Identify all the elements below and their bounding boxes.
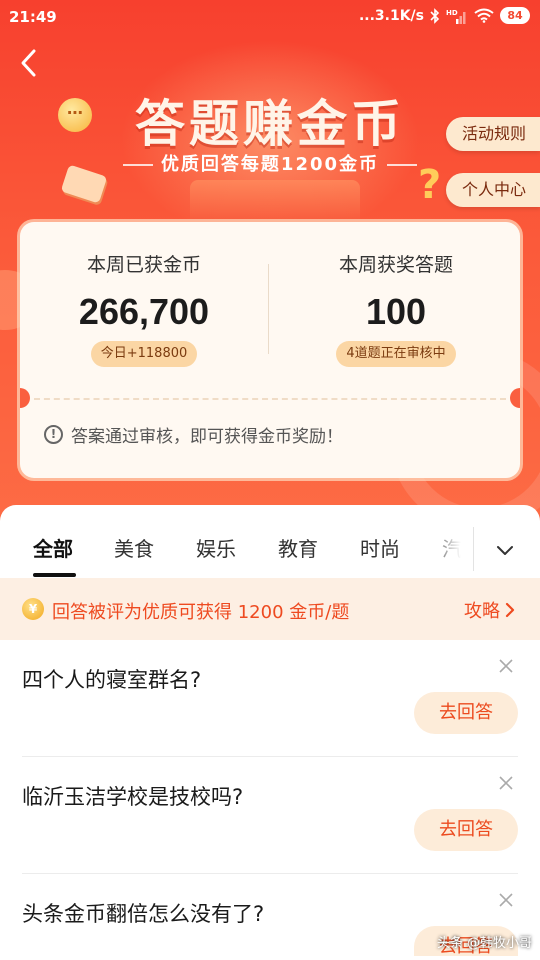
answer-button[interactable]: 去回答 xyxy=(414,809,518,851)
close-icon[interactable] xyxy=(498,892,514,908)
question-title[interactable]: 四个人的寝室群名? xyxy=(22,664,201,694)
weekly-answers-stat: 本周获奖答题 100 4道题正在审核中 xyxy=(272,222,520,367)
promo-text: 回答被评为优质可获得 1200 金币/题 xyxy=(52,602,350,623)
tab-fashion[interactable]: 时尚 xyxy=(360,533,400,562)
network-speed: ...3.1K/s xyxy=(358,7,424,24)
tab-entertainment[interactable]: 娱乐 xyxy=(196,533,236,562)
weekly-coins-stat: 本周已获金币 266,700 今日+118800 xyxy=(20,222,268,367)
chevron-down-icon xyxy=(497,546,513,555)
tab-active-indicator xyxy=(33,573,76,577)
coin-icon: ¥ xyxy=(22,598,44,620)
tab-food[interactable]: 美食 xyxy=(114,533,154,562)
question-title[interactable]: 头条金币翻倍怎么没有了? xyxy=(22,898,264,928)
strategy-link-label: 攻略 xyxy=(464,601,500,622)
personal-center-button[interactable]: 个人中心 xyxy=(445,173,540,207)
weekly-answers-label: 本周获奖答题 xyxy=(338,254,453,276)
tab-all[interactable]: 全部 xyxy=(33,533,73,562)
reward-notice: ! 答案通过审核，即可获得金币奖励！ xyxy=(44,422,343,447)
watermark: 头条 @韩牧小哥 xyxy=(436,936,532,951)
category-tab-bar: 全部 美食 娱乐 教育 时尚 汽 xyxy=(0,505,540,578)
promo-bar[interactable]: ¥ 回答被评为优质可获得 1200 金币/题 攻略 xyxy=(0,578,540,640)
battery-icon: 84 xyxy=(500,7,530,24)
question-title[interactable]: 临沂玉洁学校是技校吗? xyxy=(22,781,243,811)
card-dashed-divider xyxy=(34,398,506,400)
weekly-answers-value: 100 xyxy=(365,291,427,332)
reward-notice-text: 答案通过审核，即可获得金币奖励！ xyxy=(71,427,343,447)
close-icon[interactable] xyxy=(498,658,514,674)
question-item[interactable]: 四个人的寝室群名? 去回答 xyxy=(0,640,540,757)
back-button[interactable] xyxy=(14,46,46,80)
strategy-link[interactable]: 攻略 xyxy=(464,597,516,623)
stats-card: 本周已获金币 266,700 今日+118800 本周获奖答题 100 4道题正… xyxy=(20,222,520,478)
close-icon[interactable] xyxy=(498,775,514,791)
hd-signal-icon: HD xyxy=(446,8,468,24)
stats-divider xyxy=(268,264,269,354)
reviewing-badge: 4道题正在审核中 xyxy=(336,341,456,367)
wifi-icon xyxy=(474,8,494,23)
chevron-right-icon xyxy=(505,602,515,618)
status-time: 21:49 xyxy=(9,8,57,26)
info-icon: ! xyxy=(44,425,63,444)
tab-fade xyxy=(426,523,476,573)
answer-button[interactable]: 去回答 xyxy=(414,692,518,734)
today-coins-badge: 今日+118800 xyxy=(90,341,198,367)
page-title: 答题赚金币 xyxy=(135,95,405,153)
rules-button[interactable]: 活动规则 xyxy=(445,117,540,151)
tab-more-divider xyxy=(473,527,474,571)
tab-education[interactable]: 教育 xyxy=(278,533,318,562)
question-sheet: 全部 美食 娱乐 教育 时尚 汽 ¥ 回答被评为优质可获得 1200 金币/题 … xyxy=(0,505,540,960)
page-subtitle: 优质回答每题1200金币 xyxy=(110,150,430,176)
tab-more-button[interactable] xyxy=(490,539,520,563)
svg-text:HD: HD xyxy=(446,9,458,17)
chat-bubble-icon: ⋯ xyxy=(58,98,92,132)
status-bar: 21:49 ...3.1K/s HD 84 xyxy=(0,0,540,34)
card-notch-left xyxy=(20,388,30,408)
weekly-coins-value: 266,700 xyxy=(78,291,210,332)
bluetooth-icon xyxy=(430,7,440,24)
card-notch-right xyxy=(510,388,520,408)
chevron-left-icon xyxy=(21,49,36,77)
question-item[interactable]: 临沂玉洁学校是技校吗? 去回答 xyxy=(0,757,540,874)
status-icons: ...3.1K/s HD 84 xyxy=(359,7,530,24)
weekly-coins-label: 本周已获金币 xyxy=(86,254,201,276)
